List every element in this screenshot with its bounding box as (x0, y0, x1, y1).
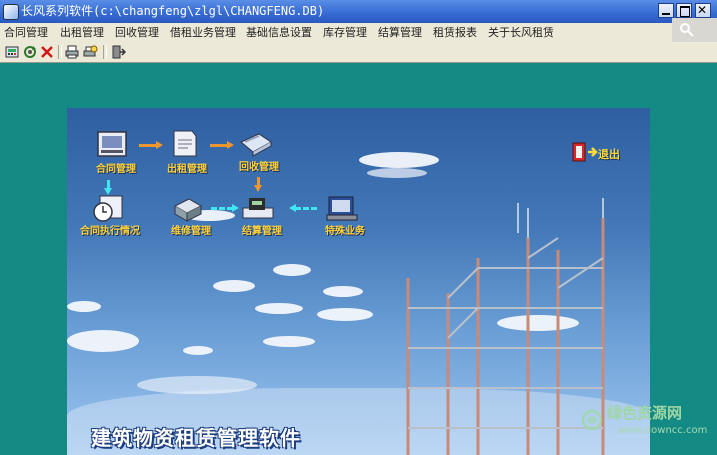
repair-management-label[interactable]: 维修管理 (171, 226, 211, 238)
refresh-icon[interactable] (22, 44, 38, 60)
flow-arrow (139, 141, 163, 149)
menu-reports[interactable]: 租赁报表 (433, 26, 477, 39)
maximize-icon (680, 6, 690, 17)
settlement-management-icon[interactable] (241, 194, 275, 224)
menu-basic-info[interactable]: 基础信息设置 (246, 26, 312, 39)
contract-execution-label[interactable]: 合同执行情况 (80, 226, 140, 238)
cloud (67, 301, 101, 312)
close-button[interactable]: ✕ (695, 3, 711, 18)
repair-management-icon[interactable] (171, 194, 205, 224)
close-icon: ✕ (697, 3, 708, 17)
special-business-icon[interactable] (325, 194, 359, 224)
cloud (317, 308, 373, 321)
menu-settle[interactable]: 结算管理 (378, 26, 422, 39)
main-panel: 合同管理 出租管理 回收管理 合同执行情况 维修管理 结算管理 特殊业务 退出 … (67, 108, 650, 455)
cloud (323, 286, 363, 297)
contract-management-icon[interactable] (95, 130, 129, 160)
minimize-button[interactable] (658, 3, 674, 18)
app-icon (3, 4, 19, 20)
special-business-label[interactable]: 特殊业务 (325, 226, 365, 238)
title-bar: 长风系列软件(c:\changfeng\zlgl\CHANGFENG.DB) ✕ (0, 0, 717, 23)
cloud (213, 280, 255, 292)
toolbar (0, 42, 717, 63)
printer-preview-icon[interactable] (82, 44, 98, 60)
banner-title: 建筑物资租赁管理软件 (91, 426, 301, 450)
cloud (255, 303, 303, 314)
minimize-icon (662, 13, 670, 15)
cloud (183, 346, 213, 355)
menu-rent-out[interactable]: 出租管理 (60, 26, 104, 39)
menu-about[interactable]: 关于长风租赁 (488, 26, 554, 39)
cloud (359, 152, 439, 168)
recycle-icon[interactable] (239, 128, 273, 158)
arrow-head (289, 204, 296, 212)
cloud (367, 168, 427, 178)
menu-recycle[interactable]: 回收管理 (115, 26, 159, 39)
watermark-text: 绿色资源网 (607, 404, 683, 422)
cloud (67, 330, 139, 352)
settlement-management-label[interactable]: 结算管理 (242, 226, 282, 238)
contract-execution-icon[interactable] (92, 194, 126, 224)
rent-out-label[interactable]: 出租管理 (167, 164, 207, 176)
corner-search-button[interactable] (672, 18, 717, 42)
flow-arrow (210, 141, 234, 149)
flow-arrow-down (104, 180, 112, 195)
exit-door-icon[interactable] (110, 44, 126, 60)
recycle-label[interactable]: 回收管理 (239, 162, 279, 174)
menu-borrow-rent[interactable]: 借租业务管理 (170, 26, 236, 39)
arrow-head (232, 204, 239, 212)
toolbar-separator (103, 45, 107, 59)
cloud (263, 336, 315, 347)
rent-out-icon[interactable] (168, 128, 202, 158)
cloud (273, 264, 311, 276)
flow-arrow (211, 204, 239, 212)
flow-arrow-down (254, 177, 262, 192)
print-icon[interactable] (64, 44, 80, 60)
delete-icon[interactable] (39, 44, 55, 60)
search-icon (680, 23, 694, 37)
watermark-url: www.downcc.com (618, 425, 708, 436)
calculator-icon[interactable] (4, 44, 20, 60)
menu-inventory[interactable]: 库存管理 (323, 26, 367, 39)
maximize-button[interactable] (676, 3, 692, 18)
flow-arrow (289, 204, 317, 212)
exit-label[interactable]: 退出 (598, 146, 620, 162)
menu-bar: 合同管理 出租管理 回收管理 借租业务管理 基础信息设置 库存管理 结算管理 租… (0, 23, 717, 43)
toolbar-separator (58, 45, 62, 59)
contract-management-label[interactable]: 合同管理 (96, 164, 136, 176)
menu-contract[interactable]: 合同管理 (4, 26, 48, 39)
window-title: 长风系列软件(c:\changfeng\zlgl\CHANGFENG.DB) (21, 4, 325, 18)
